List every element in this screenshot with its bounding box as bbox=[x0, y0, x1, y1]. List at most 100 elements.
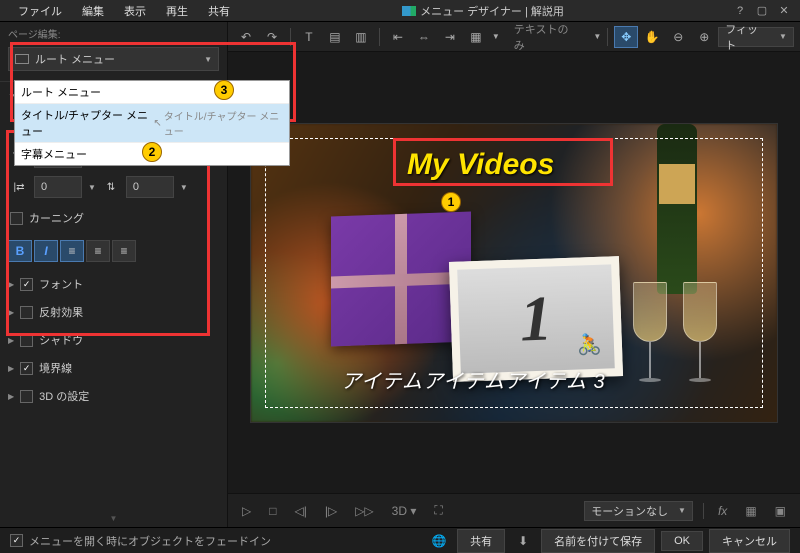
play-button[interactable]: ▷ bbox=[238, 502, 255, 520]
annotation-marker-3: 3 bbox=[214, 80, 234, 100]
canvas-title-text[interactable]: My Videos bbox=[403, 148, 558, 182]
align-right-button[interactable]: ≡ bbox=[112, 240, 136, 262]
close-button[interactable]: ✕ bbox=[776, 3, 792, 19]
window-title: メニュー デザイナー | 解説用 bbox=[240, 3, 726, 19]
chevron-down-icon[interactable]: ▼ bbox=[180, 183, 188, 192]
zoom-in-button[interactable]: ⊕ bbox=[692, 26, 716, 48]
kerning-label: カーニング bbox=[29, 210, 84, 226]
text-only-label[interactable]: テキストのみ bbox=[502, 21, 592, 53]
chevron-down-icon[interactable]: ▼ bbox=[88, 183, 96, 192]
dropdown-option-root[interactable]: ルート メニュー bbox=[15, 81, 289, 104]
globe-icon[interactable]: 🌐 bbox=[427, 530, 451, 552]
cancel-button[interactable]: キャンセル bbox=[709, 529, 790, 553]
menu-edit[interactable]: 編集 bbox=[72, 0, 114, 22]
motion-select[interactable]: モーションなし ▼ bbox=[584, 501, 693, 521]
collapse-icon: ▶ bbox=[8, 364, 14, 373]
fullscreen-button[interactable]: ⛶ bbox=[430, 501, 446, 520]
fadein-checkbox[interactable] bbox=[10, 534, 23, 547]
leading-input[interactable]: 0 bbox=[126, 176, 174, 198]
grid-toggle-button[interactable]: ▦ bbox=[741, 502, 760, 520]
dropdown-option-label: タイトル/チャプター メニュー bbox=[21, 107, 153, 139]
hand-tool-button[interactable]: ✋ bbox=[640, 26, 664, 48]
download-icon[interactable]: ⬇ bbox=[511, 530, 535, 552]
chevron-down-icon: ▼ bbox=[204, 55, 212, 64]
move-tool-button[interactable]: ✥ bbox=[614, 26, 638, 48]
page-edit-label: ページ編集: bbox=[0, 22, 227, 43]
page-dropdown[interactable]: ルート メニュー ▼ bbox=[8, 47, 219, 71]
footer: メニューを開く時にオブジェクトをフェードイン 🌐 共有 ⬇ 名前を付けて保存 O… bbox=[0, 527, 800, 553]
annotation-marker-1: 1 bbox=[441, 192, 461, 212]
annotation-marker-2: 2 bbox=[142, 142, 162, 162]
collapse-icon: ▶ bbox=[8, 336, 14, 345]
dropdown-option-label: 字幕メニュー bbox=[21, 146, 87, 162]
save-as-button[interactable]: 名前を付けて保存 bbox=[541, 529, 655, 553]
collapse-icon: ▶ bbox=[8, 308, 14, 317]
fast-forward-button[interactable]: ▷▷ bbox=[351, 502, 377, 520]
menu-view[interactable]: 表示 bbox=[114, 0, 156, 22]
section-label: 反射効果 bbox=[39, 304, 83, 320]
prev-frame-button[interactable]: ◁| bbox=[290, 502, 310, 520]
chevron-down-icon: ▼ bbox=[678, 506, 686, 515]
share-button[interactable]: 共有 bbox=[457, 529, 505, 553]
dropdown-option-title-chapter[interactable]: タイトル/チャプター メニュー ↖ タイトル/チャプター メニュー bbox=[15, 104, 289, 143]
tracking-icon: |⇄ bbox=[10, 182, 28, 193]
panel-scroll-indicator[interactable]: ▼ bbox=[0, 510, 227, 527]
undo-button[interactable]: ↶ bbox=[234, 26, 258, 48]
leading-icon: ⇅ bbox=[102, 182, 120, 193]
align-left-button[interactable]: ≡ bbox=[60, 240, 84, 262]
section-border[interactable]: ▶ 境界線 bbox=[0, 354, 227, 382]
section-label: 3D の設定 bbox=[39, 388, 89, 404]
section-border-checkbox[interactable] bbox=[20, 362, 33, 375]
layer-forward-button[interactable]: ▤ bbox=[323, 26, 347, 48]
cursor-icon: ↖ bbox=[153, 118, 161, 129]
section-label: 境界線 bbox=[39, 360, 72, 376]
fadein-label: メニューを開く時にオブジェクトをフェードイン bbox=[29, 533, 271, 549]
section-label: フォント bbox=[39, 276, 83, 292]
section-3d-checkbox[interactable] bbox=[20, 390, 33, 403]
italic-button[interactable]: I bbox=[34, 240, 58, 262]
tracking-input[interactable]: 0 bbox=[34, 176, 82, 198]
section-label: シャドウ bbox=[39, 332, 83, 348]
align-center-button[interactable]: ≡ bbox=[86, 240, 110, 262]
align-right-canvas-button[interactable]: ⇥ bbox=[438, 26, 462, 48]
grid-button[interactable]: ▦ bbox=[464, 26, 488, 48]
text-tool-button[interactable]: T bbox=[297, 26, 321, 48]
help-button[interactable]: ? bbox=[732, 3, 748, 19]
canvas-items-text[interactable]: アイテムアイテムアイテム 3 bbox=[341, 365, 606, 394]
section-reflection-checkbox[interactable] bbox=[20, 306, 33, 319]
section-3d[interactable]: ▶ 3D の設定 bbox=[0, 382, 227, 410]
motion-value: モーションなし bbox=[591, 503, 668, 519]
fx-button[interactable]: fx bbox=[714, 502, 731, 520]
section-reflection[interactable]: ▶ 反射効果 bbox=[0, 298, 227, 326]
layer-backward-button[interactable]: ▥ bbox=[349, 26, 373, 48]
zoom-fit-select[interactable]: フィット ▼ bbox=[718, 27, 794, 47]
collapse-icon: ▶ bbox=[8, 280, 14, 289]
section-font[interactable]: ▶ フォント bbox=[0, 270, 227, 298]
menu-share[interactable]: 共有 bbox=[198, 0, 240, 22]
menu-play[interactable]: 再生 bbox=[156, 0, 198, 22]
right-area: ↶ ↷ T ▤ ▥ ⇤ ⇔ ⇥ ▦ ▼ テキストのみ ▼ ✥ ✋ ⊖ ⊕ フィッ… bbox=[228, 22, 800, 527]
section-shadow-checkbox[interactable] bbox=[20, 334, 33, 347]
kerning-checkbox[interactable] bbox=[10, 212, 23, 225]
align-center-canvas-button[interactable]: ⇔ bbox=[412, 26, 436, 48]
next-frame-button[interactable]: |▷ bbox=[321, 502, 341, 520]
maximize-button[interactable]: ▢ bbox=[754, 3, 770, 19]
section-font-checkbox[interactable] bbox=[20, 278, 33, 291]
ok-button[interactable]: OK bbox=[661, 531, 703, 551]
page-dropdown-value: ルート メニュー bbox=[35, 51, 115, 67]
preview-canvas[interactable]: 1 🚴 My Videos 1 アイテムアイテムアイテム 3 bbox=[250, 123, 778, 423]
bold-button[interactable]: B bbox=[8, 240, 32, 262]
redo-button[interactable]: ↷ bbox=[260, 26, 284, 48]
chevron-down-icon[interactable]: ▼ bbox=[593, 32, 601, 41]
menu-file[interactable]: ファイル bbox=[8, 0, 72, 22]
3d-toggle-button[interactable]: 3D ▾ bbox=[388, 502, 421, 520]
stop-button[interactable]: □ bbox=[265, 502, 280, 520]
align-left-canvas-button[interactable]: ⇤ bbox=[386, 26, 410, 48]
section-shadow[interactable]: ▶ シャドウ bbox=[0, 326, 227, 354]
window-title-text: メニュー デザイナー | 解説用 bbox=[420, 3, 564, 19]
chevron-down-icon[interactable]: ▼ bbox=[492, 32, 500, 41]
chevron-down-icon: ▼ bbox=[779, 32, 787, 41]
zoom-out-button[interactable]: ⊖ bbox=[666, 26, 690, 48]
safe-zone-button[interactable]: ▣ bbox=[771, 502, 790, 520]
dropdown-option-hint: タイトル/チャプター メニュー bbox=[164, 108, 283, 138]
